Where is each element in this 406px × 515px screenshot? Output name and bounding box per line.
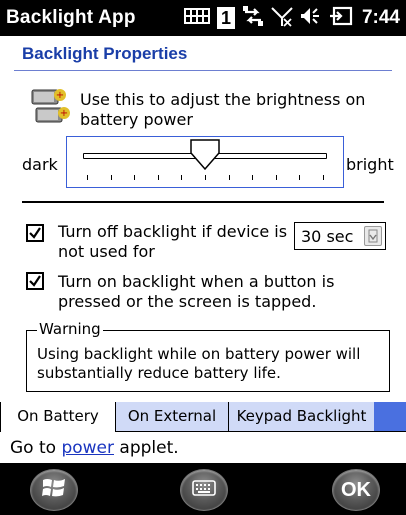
windows-start-icon — [41, 476, 67, 504]
slider-tick — [299, 175, 301, 180]
slider-tick — [181, 175, 183, 180]
tab-label: On Battery — [17, 407, 99, 425]
section-divider — [22, 201, 384, 203]
timeout-value: 30 sec — [301, 227, 354, 246]
brightness-slider[interactable] — [66, 136, 344, 188]
warning-text: Using backlight while on battery power w… — [37, 345, 387, 387]
power-link[interactable]: power — [61, 438, 114, 458]
brightness-description: Use this to adjust the brightness on bat… — [80, 90, 366, 129]
timeout-select[interactable]: 30 sec — [294, 222, 386, 250]
slider-tick — [228, 175, 230, 180]
ok-label: OK — [341, 478, 371, 501]
warning-text-line1: Using backlight while on battery power w… — [37, 345, 361, 363]
turn-off-checkbox[interactable] — [26, 224, 44, 242]
slider-tick — [252, 175, 254, 180]
slider-tick — [157, 175, 159, 180]
keyboard-button[interactable] — [180, 469, 228, 511]
signal-one-icon[interactable]: 1 — [216, 7, 235, 29]
signal-number: 1 — [220, 8, 231, 28]
softkey-bar: OK — [0, 463, 406, 515]
slider-thumb[interactable] — [190, 139, 220, 175]
power-applet-link-text: Go to power applet. — [10, 438, 179, 458]
tab-on-external[interactable]: On External — [116, 402, 228, 432]
keyboard-icon — [192, 480, 216, 500]
tab-keypad-backlight[interactable]: Keypad Backlight — [228, 402, 374, 432]
battery-grid-icon[interactable] — [183, 7, 210, 29]
slider-tick — [323, 175, 324, 180]
page-title: Backlight Properties — [22, 44, 188, 63]
bright-label: bright — [346, 155, 394, 174]
no-signal-icon[interactable] — [271, 5, 293, 31]
status-icons: 1 7:44 — [183, 0, 400, 36]
slider-tick — [205, 175, 206, 180]
slider-tick — [275, 175, 277, 180]
svg-text:+: + — [60, 108, 68, 119]
slider-tick — [110, 175, 112, 180]
power-plug-icon[interactable] — [329, 5, 353, 31]
link-prefix: Go to — [10, 438, 62, 458]
slider-tick — [134, 175, 136, 180]
link-suffix: applet. — [114, 438, 179, 458]
tab-bar-fill — [374, 402, 406, 432]
page-header: Backlight Properties — [0, 36, 406, 72]
warning-legend: Warning — [37, 320, 103, 338]
tab-label: On External — [127, 407, 217, 425]
warning-text-line2: substantially reduce battery life. — [37, 364, 281, 382]
ok-button[interactable]: OK — [332, 469, 380, 511]
battery-icon: + + — [30, 86, 74, 130]
header-divider — [14, 70, 392, 71]
turn-off-label: Turn off backlight if device is not used… — [58, 222, 288, 261]
tab-bar: On Battery On External Keypad Backlight — [0, 402, 406, 432]
svg-text:+: + — [56, 90, 64, 101]
tab-label: Keypad Backlight — [236, 407, 367, 425]
warning-group: Warning Using backlight while on battery… — [26, 320, 390, 392]
app-title: Backlight App — [6, 7, 136, 28]
dark-label: dark — [22, 155, 58, 174]
sync-arrows-icon[interactable] — [242, 5, 264, 31]
start-button[interactable] — [30, 469, 78, 511]
clock[interactable]: 7:44 — [362, 7, 400, 29]
turn-on-checkbox[interactable] — [26, 272, 44, 290]
title-bar: Backlight App 1 7:44 — [0, 0, 406, 36]
turn-on-label: Turn on backlight when a button is press… — [58, 272, 335, 311]
slider-tick — [87, 175, 88, 180]
speaker-icon[interactable] — [300, 5, 322, 31]
dropdown-arrow-icon[interactable] — [364, 226, 382, 246]
tab-on-battery[interactable]: On Battery — [0, 402, 116, 432]
